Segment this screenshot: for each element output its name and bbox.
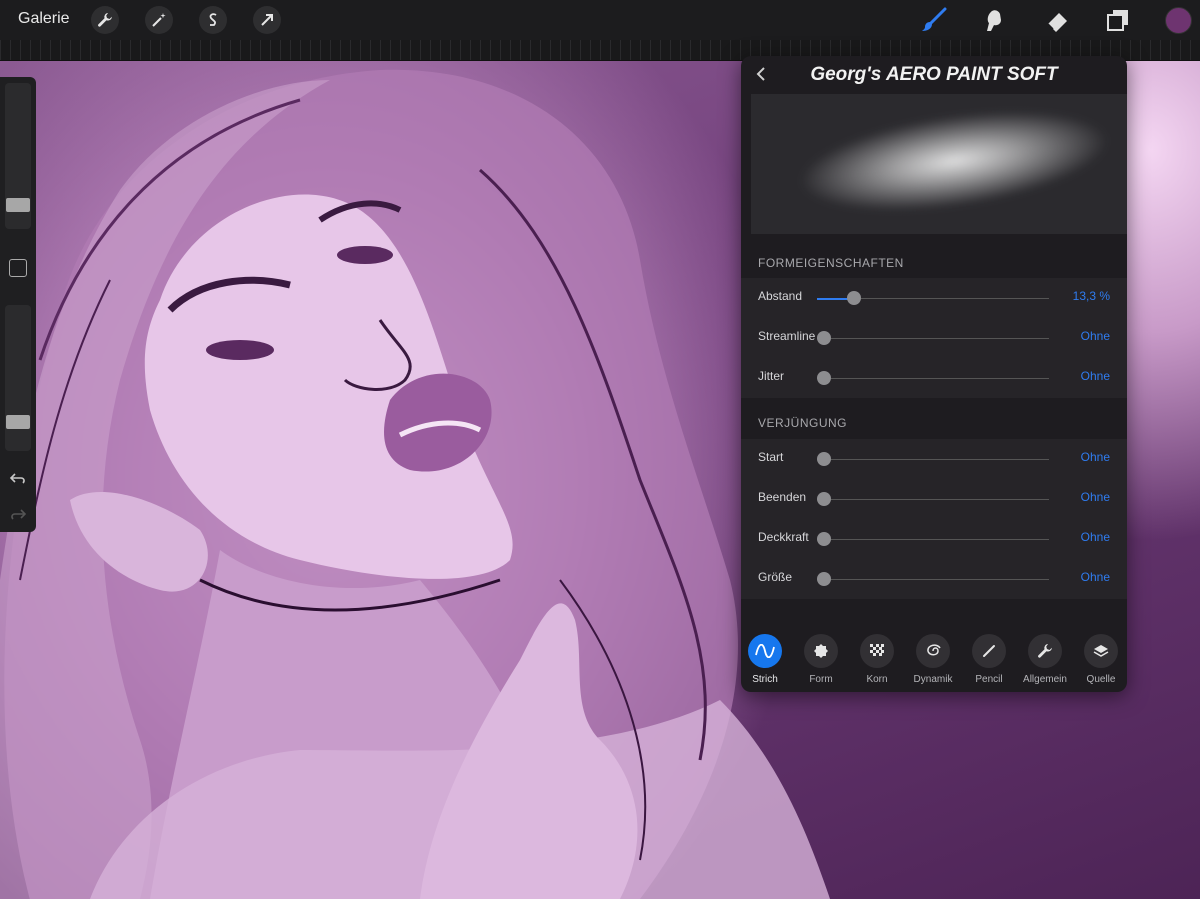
taper-group: Start Ohne Beenden Ohne Deckkraft Ohne G… [741, 439, 1127, 599]
setting-slider-track[interactable] [817, 338, 1049, 339]
brush-icon[interactable] [918, 4, 950, 36]
tab-dynamics[interactable]: Dynamik [906, 634, 960, 688]
layers-icon[interactable] [1102, 4, 1134, 36]
tab-grain[interactable]: Korn [850, 634, 904, 688]
setting-slider-knob[interactable] [817, 492, 831, 506]
tab-stroke[interactable]: Strich [741, 634, 792, 688]
section-label-shape-properties: FORMEIGENSCHAFTEN [758, 256, 904, 270]
redo-icon[interactable] [7, 507, 29, 525]
setting-slider-knob[interactable] [817, 532, 831, 546]
setting-slider-track[interactable] [817, 539, 1049, 540]
setting-label: Größe [758, 570, 793, 584]
gallery-button[interactable]: Galerie [18, 10, 70, 28]
grain-checker-icon [860, 634, 894, 668]
tab-pencil[interactable]: Pencil [962, 634, 1016, 688]
tab-label: Form [809, 674, 833, 685]
layers-stack-icon [1084, 634, 1118, 668]
setting-value: Ohne [1080, 490, 1110, 504]
transform-arrow-icon[interactable] [253, 6, 281, 34]
setting-slider-knob[interactable] [817, 572, 831, 586]
brush-title: Georg's AERO PAINT SOFT [810, 64, 1058, 85]
pencil-icon [972, 634, 1006, 668]
wrench-icon [1028, 634, 1062, 668]
section-label-taper: VERJÜNGUNG [758, 416, 848, 430]
undo-icon[interactable] [7, 471, 29, 489]
tab-label: Strich [752, 674, 778, 685]
setting-label: Beenden [758, 490, 807, 504]
top-toolbar: Galerie [0, 0, 1200, 40]
tab-label: Quelle [1086, 674, 1116, 685]
setting-slider-knob[interactable] [817, 452, 831, 466]
setting-row-jitter[interactable]: Jitter Ohne [741, 358, 1127, 398]
brush-settings-tabs: Strich Form Korn Dynamik Pencil Allgemei… [741, 626, 1127, 692]
setting-value: Ohne [1080, 570, 1110, 584]
setting-value: Ohne [1080, 369, 1110, 383]
color-picker-swatch[interactable] [1165, 7, 1192, 34]
setting-slider-knob[interactable] [817, 331, 831, 345]
setting-value: Ohne [1080, 450, 1110, 464]
setting-row-end[interactable]: Beenden Ohne [741, 479, 1127, 519]
setting-row-opacity[interactable]: Deckkraft Ohne [741, 519, 1127, 559]
setting-slider-track[interactable] [817, 459, 1049, 460]
setting-slider-knob[interactable] [817, 371, 831, 385]
back-chevron-icon[interactable] [751, 64, 771, 84]
brush-settings-panel: Georg's AERO PAINT SOFT FORMEIGENSCHAFTE… [741, 56, 1127, 692]
panel-header: Georg's AERO PAINT SOFT [741, 56, 1127, 94]
setting-value: Ohne [1080, 329, 1110, 343]
setting-value: Ohne [1080, 530, 1110, 544]
stroke-sample [794, 94, 1114, 228]
setting-label: Streamline [758, 329, 816, 343]
setting-row-size[interactable]: Größe Ohne [741, 559, 1127, 599]
modify-square-icon[interactable] [9, 259, 27, 277]
left-sidebar [0, 77, 36, 532]
brush-stroke-preview [751, 94, 1127, 234]
tab-label: Dynamik [913, 674, 953, 685]
setting-row-spacing[interactable]: Abstand 13,3 % [741, 278, 1127, 318]
setting-slider-track[interactable] [817, 579, 1049, 580]
setting-label: Abstand [758, 289, 803, 303]
eraser-icon[interactable] [1042, 4, 1074, 36]
tab-label: Korn [866, 674, 888, 685]
setting-slider-track[interactable] [817, 378, 1049, 379]
setting-row-start[interactable]: Start Ohne [741, 439, 1127, 479]
smudge-icon[interactable] [978, 4, 1010, 36]
shape-properties-group: Abstand 13,3 % Streamline Ohne Jitter Oh… [741, 278, 1127, 398]
brush-size-knob[interactable] [6, 198, 30, 212]
tab-label: Allgemein [1023, 674, 1067, 685]
setting-slider-knob[interactable] [847, 291, 861, 305]
brush-opacity-slider[interactable] [5, 305, 31, 451]
wrench-icon[interactable] [91, 6, 119, 34]
brush-opacity-knob[interactable] [6, 415, 30, 429]
brush-size-slider[interactable] [5, 83, 31, 229]
tab-shape[interactable]: Form [794, 634, 848, 688]
setting-value: 13,3 % [1072, 289, 1110, 303]
tab-source[interactable]: Quelle [1074, 634, 1127, 688]
stroke-wave-icon [748, 634, 782, 668]
setting-label: Deckkraft [758, 530, 809, 544]
setting-label: Start [758, 450, 784, 464]
tab-general[interactable]: Allgemein [1018, 634, 1072, 688]
magic-wand-icon[interactable] [145, 6, 173, 34]
shape-blob-icon [804, 634, 838, 668]
dynamics-swirl-icon [916, 634, 950, 668]
tab-label: Pencil [975, 674, 1003, 685]
selection-icon[interactable] [199, 6, 227, 34]
setting-row-streamline[interactable]: Streamline Ohne [741, 318, 1127, 358]
setting-label: Jitter [758, 369, 785, 383]
setting-slider-track[interactable] [817, 499, 1049, 500]
